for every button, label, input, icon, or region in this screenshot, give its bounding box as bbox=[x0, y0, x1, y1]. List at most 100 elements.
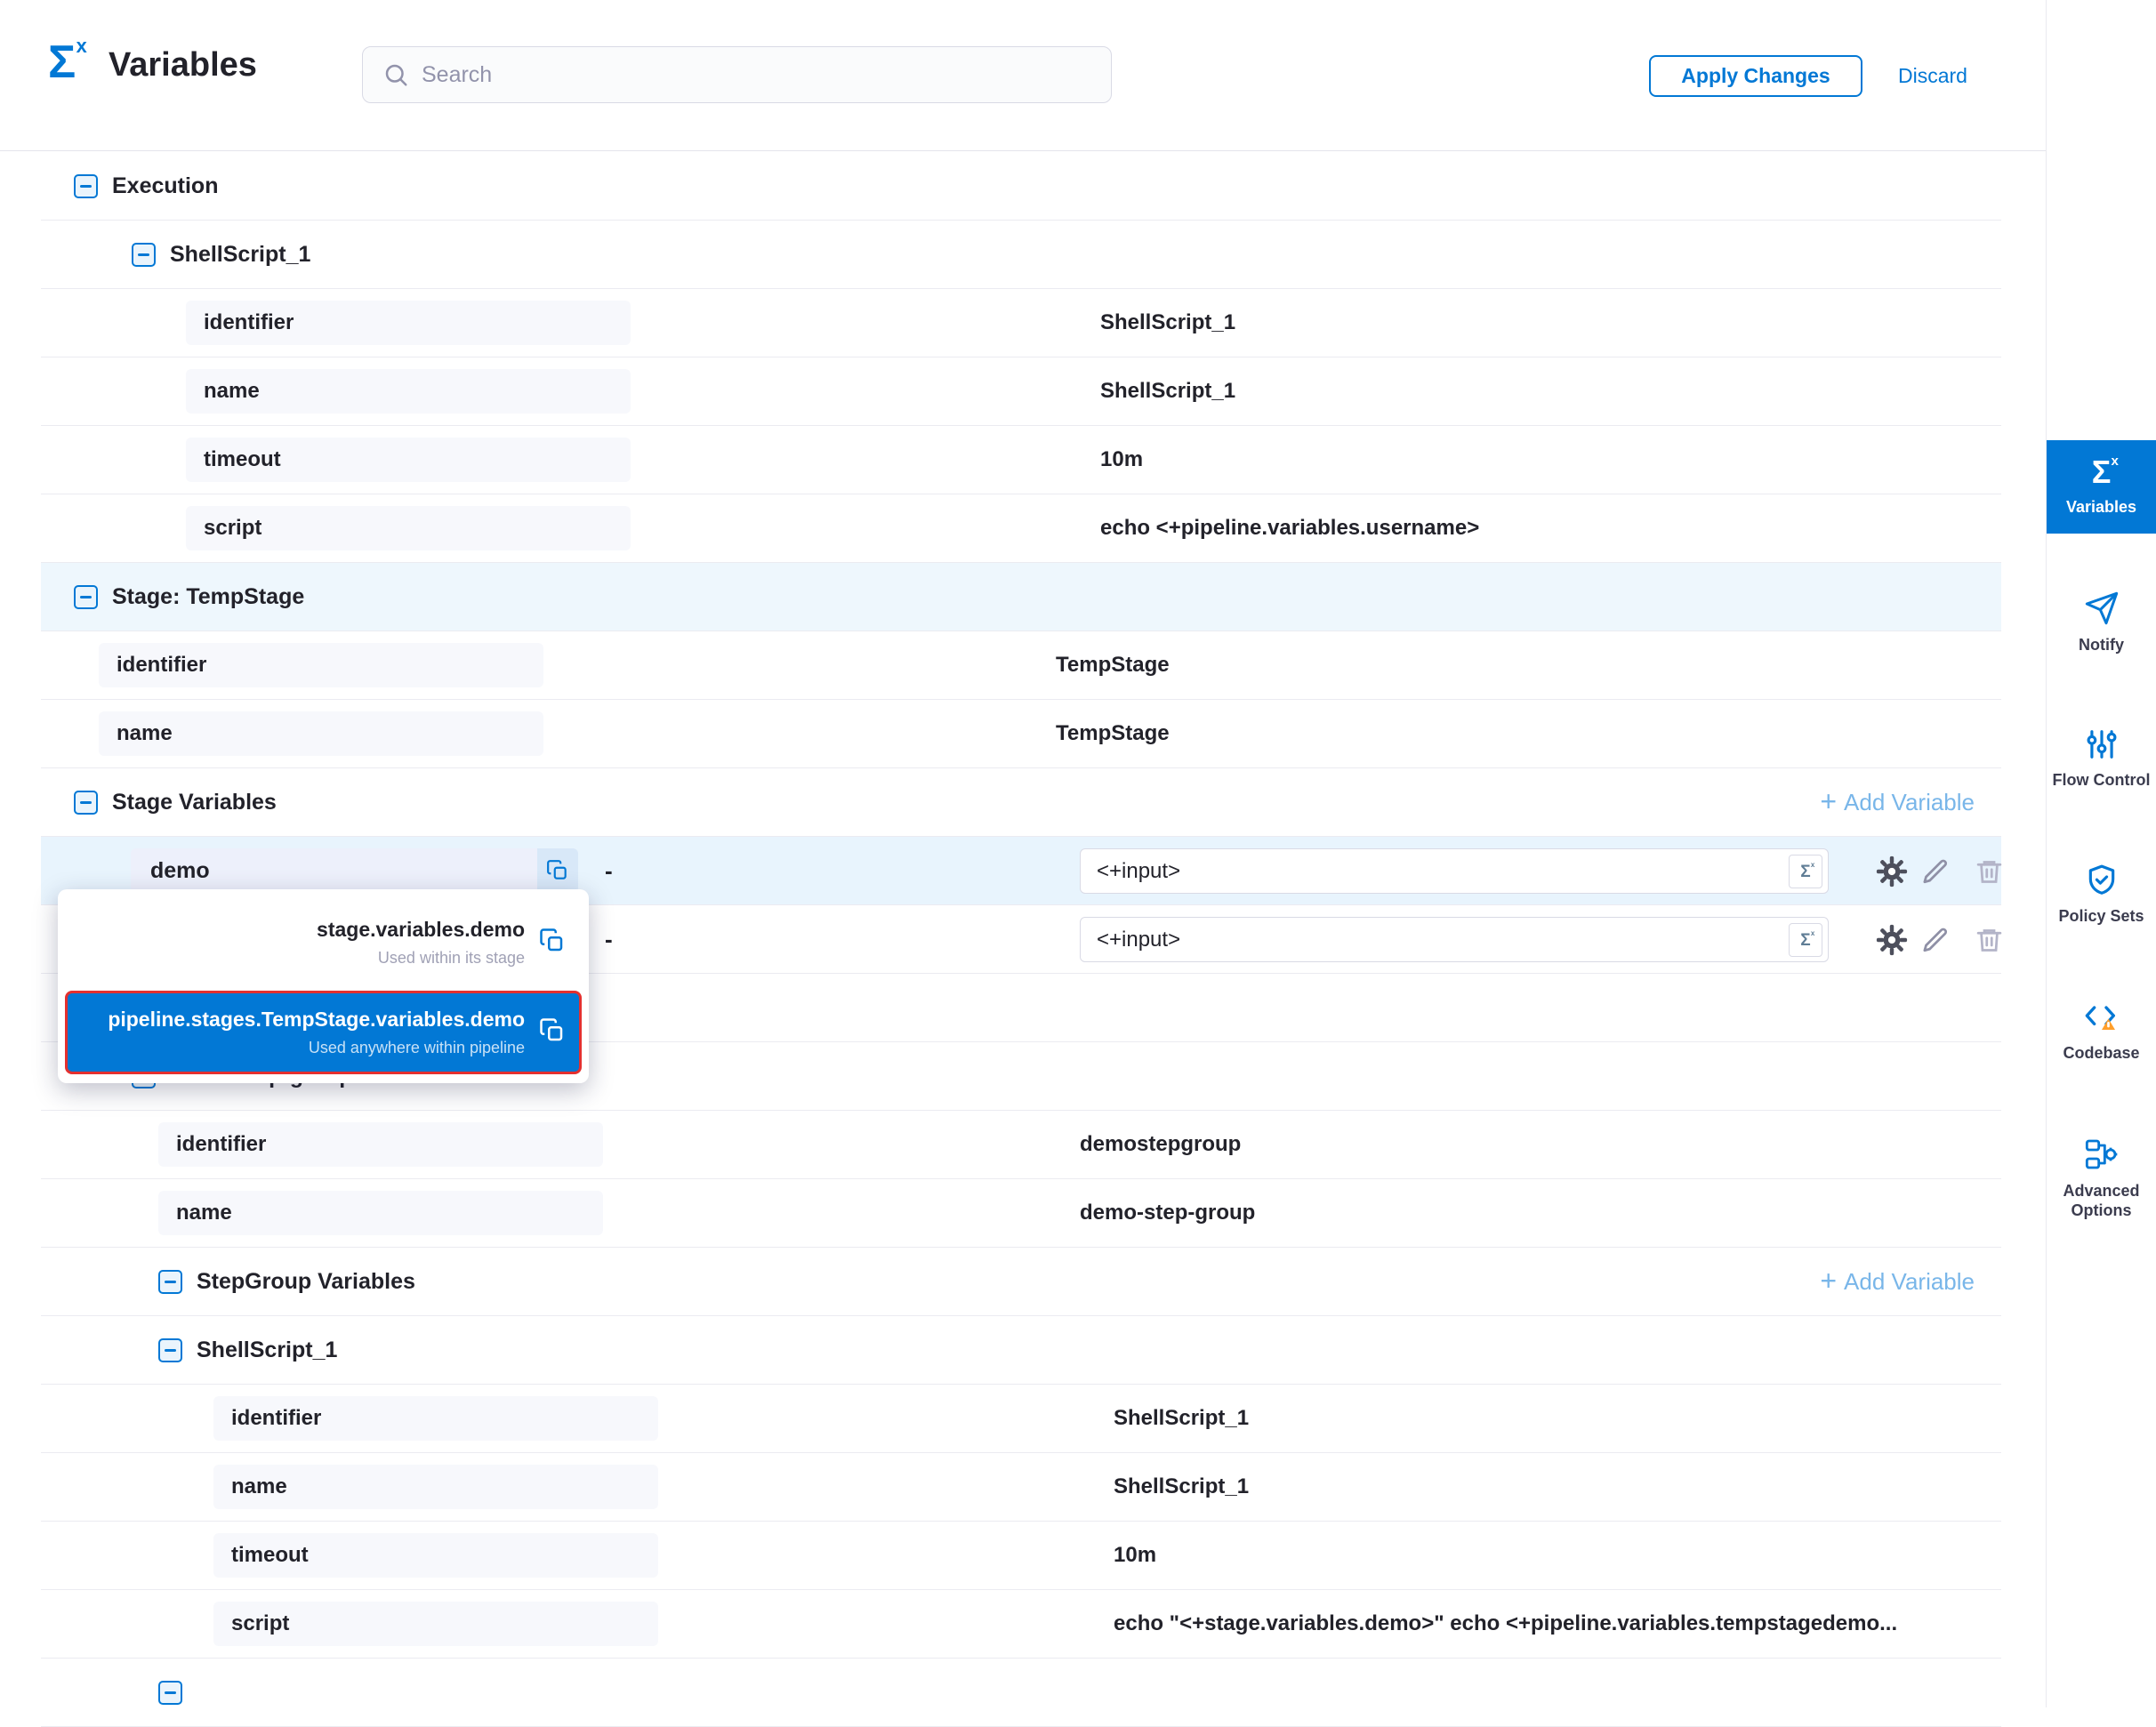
section-label: ShellScript_1 bbox=[197, 1337, 337, 1363]
field-row: identifier ShellScript_1 bbox=[41, 1385, 2001, 1453]
variables-sigma-icon: Σ bbox=[48, 39, 76, 85]
popup-option-pipeline-scope[interactable]: pipeline.stages.TempStage.variables.demo… bbox=[65, 991, 582, 1074]
field-row: script echo <+pipeline.variables.usernam… bbox=[41, 494, 2001, 563]
notify-icon bbox=[2084, 590, 2120, 626]
delete-icon[interactable] bbox=[1972, 855, 2006, 888]
field-row: script echo "<+stage.variables.demo>" ec… bbox=[41, 1590, 2001, 1659]
runtime-input-icon[interactable]: Σ bbox=[1789, 855, 1822, 888]
rail-item-flow-control[interactable]: Flow Control bbox=[2047, 711, 2156, 807]
field-key-box: script bbox=[186, 506, 631, 550]
discard-button[interactable]: Discard bbox=[1898, 55, 1967, 97]
field-value: 10m bbox=[1114, 1543, 1156, 1568]
field-key-box: script bbox=[213, 1602, 658, 1646]
field-key-label: identifier bbox=[117, 653, 206, 678]
copy-icon[interactable] bbox=[539, 1017, 566, 1048]
plus-icon bbox=[1820, 787, 1837, 817]
field-key-label: timeout bbox=[204, 447, 281, 472]
collapse-icon[interactable] bbox=[132, 243, 156, 267]
rail-item-codebase[interactable]: Codebase bbox=[2047, 983, 2156, 1080]
field-row: name demo-step-group bbox=[41, 1179, 2001, 1248]
search-input[interactable] bbox=[422, 62, 1091, 88]
rail-item-policy-sets[interactable]: Policy Sets bbox=[2047, 847, 2156, 943]
field-row: identifier ShellScript_1 bbox=[41, 289, 2001, 357]
collapse-icon[interactable] bbox=[158, 1681, 182, 1705]
collapse-icon[interactable] bbox=[74, 585, 98, 609]
rail-item-label: Codebase bbox=[2063, 1043, 2139, 1064]
field-value: demo-step-group bbox=[1080, 1201, 1255, 1225]
runtime-input-icon[interactable]: Σ bbox=[1789, 923, 1822, 957]
sigma-icon: Σ bbox=[2092, 456, 2112, 488]
section-label: StepGroup Variables bbox=[197, 1269, 415, 1295]
section-row-execution: Execution bbox=[41, 152, 2001, 221]
collapse-icon[interactable] bbox=[158, 1270, 182, 1294]
stepgroup-variables-header: StepGroup Variables Add Variable bbox=[41, 1248, 2001, 1316]
field-key-box: name bbox=[186, 369, 631, 414]
field-value: ShellScript_1 bbox=[1114, 1406, 1249, 1431]
apply-changes-button[interactable]: Apply Changes bbox=[1649, 55, 1862, 97]
rail-item-notify[interactable]: Notify bbox=[2047, 574, 2156, 671]
field-row: name TempStage bbox=[41, 700, 2001, 768]
field-key-box: name bbox=[158, 1191, 603, 1235]
variable-value-input[interactable]: <+input> Σ bbox=[1080, 848, 1829, 894]
copy-icon[interactable] bbox=[539, 928, 566, 959]
plus-icon bbox=[1820, 1266, 1837, 1297]
right-rail: Σ Variables Notify Flow Control Policy S… bbox=[2046, 0, 2156, 1707]
field-key-box: name bbox=[213, 1465, 658, 1509]
field-value: demostepgroup bbox=[1080, 1132, 1241, 1157]
variable-name-box[interactable]: demo bbox=[131, 848, 578, 893]
rail-item-variables[interactable]: Σ Variables bbox=[2047, 440, 2156, 534]
variable-name: demo bbox=[150, 858, 210, 884]
page-header: Σ Variables Apply Changes Discard bbox=[0, 0, 2046, 151]
collapse-icon[interactable] bbox=[158, 1338, 182, 1362]
section-label: Execution bbox=[112, 173, 218, 199]
field-key-label: script bbox=[204, 516, 261, 541]
rail-item-label: Advanced Options bbox=[2050, 1181, 2152, 1221]
popup-option-subtitle: Used anywhere within pipeline bbox=[108, 1039, 525, 1057]
variable-path-popup: stage.variables.demo Used within its sta… bbox=[58, 889, 589, 1083]
rail-item-label: Variables bbox=[2066, 497, 2136, 518]
section-label: Stage Variables bbox=[112, 790, 277, 815]
field-value: TempStage bbox=[1056, 721, 1170, 746]
field-key-box: timeout bbox=[186, 438, 631, 482]
field-key-label: timeout bbox=[231, 1543, 309, 1568]
rail-item-advanced-options[interactable]: Advanced Options bbox=[2047, 1121, 2156, 1237]
field-value: ShellScript_1 bbox=[1100, 379, 1235, 404]
field-key-box: timeout bbox=[213, 1533, 658, 1578]
section-row-shellscript: ShellScript_1 bbox=[41, 221, 2001, 289]
field-key-box: identifier bbox=[186, 301, 631, 345]
delete-icon[interactable] bbox=[1972, 923, 2006, 957]
variable-value-input[interactable]: <+input> Σ bbox=[1080, 917, 1829, 962]
field-value: ShellScript_1 bbox=[1114, 1474, 1249, 1499]
add-variable-label: Add Variable bbox=[1844, 789, 1975, 816]
settings-icon[interactable] bbox=[1875, 923, 1909, 957]
variable-required: - bbox=[605, 857, 613, 885]
collapse-icon[interactable] bbox=[74, 174, 98, 198]
field-value: TempStage bbox=[1056, 653, 1170, 678]
field-row: identifier TempStage bbox=[41, 631, 2001, 700]
popup-option-stage-scope[interactable]: stage.variables.demo Used within its sta… bbox=[65, 900, 582, 985]
field-key-label: identifier bbox=[204, 310, 294, 335]
collapse-icon[interactable] bbox=[74, 791, 98, 815]
advanced-options-icon bbox=[2084, 1137, 2120, 1172]
field-row: timeout 10m bbox=[41, 426, 2001, 494]
field-key-label: identifier bbox=[231, 1406, 321, 1431]
field-row: identifier demostepgroup bbox=[41, 1111, 2001, 1179]
add-variable-button[interactable]: Add Variable bbox=[1820, 1266, 1975, 1297]
section-label: ShellScript_1 bbox=[170, 242, 310, 268]
edit-icon[interactable] bbox=[1919, 855, 1952, 888]
edit-icon[interactable] bbox=[1919, 923, 1952, 957]
rail-item-label: Flow Control bbox=[2053, 770, 2151, 791]
popup-option-title: pipeline.stages.TempStage.variables.demo bbox=[108, 1008, 525, 1032]
add-variable-button[interactable]: Add Variable bbox=[1820, 787, 1975, 817]
search-box[interactable] bbox=[362, 46, 1112, 103]
field-row: name ShellScript_1 bbox=[41, 1453, 2001, 1522]
rail-item-label: Policy Sets bbox=[2058, 906, 2144, 927]
field-key-label: script bbox=[231, 1611, 289, 1636]
settings-icon[interactable] bbox=[1875, 855, 1909, 888]
popup-option-subtitle: Used within its stage bbox=[317, 949, 525, 968]
variable-value: <+input> bbox=[1097, 928, 1180, 952]
field-value: ShellScript_1 bbox=[1100, 310, 1235, 335]
copy-icon[interactable] bbox=[537, 848, 578, 893]
section-row-partial bbox=[41, 1659, 2001, 1727]
field-key-label: name bbox=[231, 1474, 287, 1499]
